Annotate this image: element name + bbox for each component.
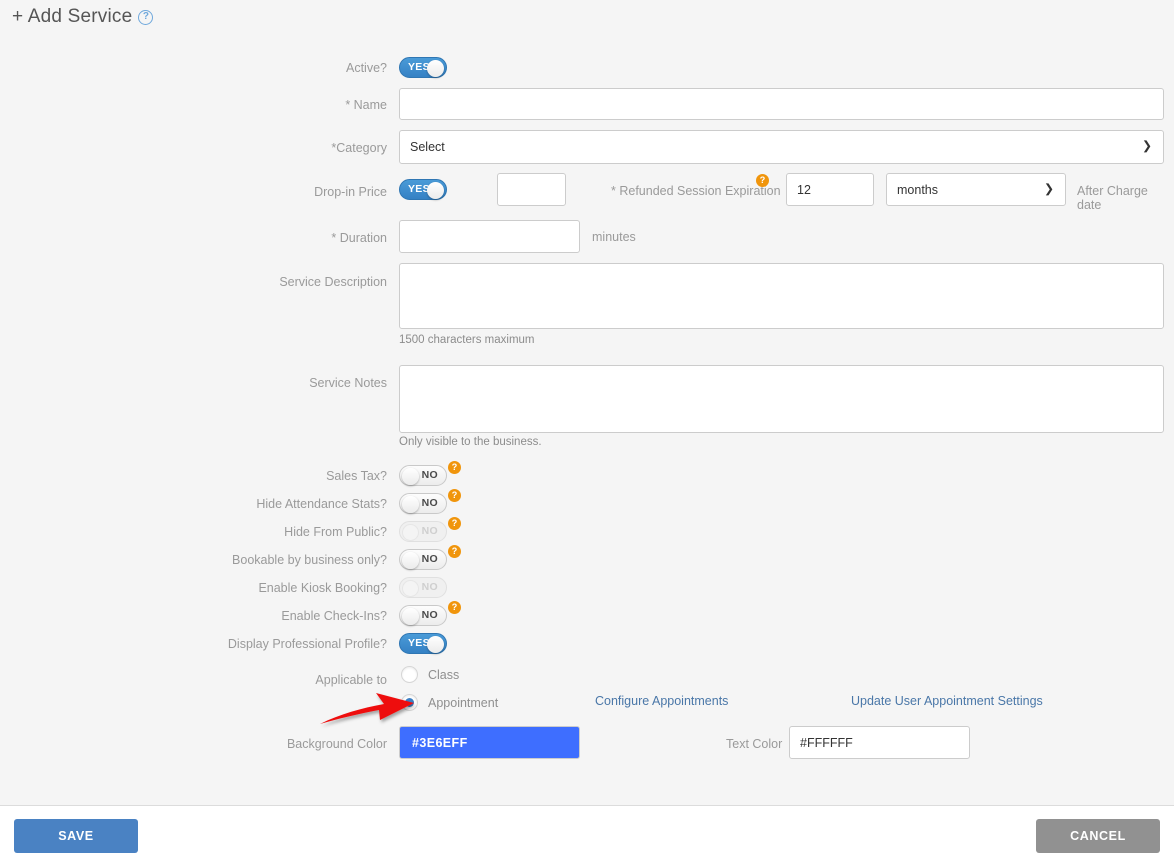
add-service-page: + Add Service ? Active? YES * Name *Cate… [0,0,1174,863]
text-color-input[interactable] [789,726,970,759]
hide-from-public-toggle-value: NO [421,525,438,537]
sales-tax-toggle[interactable]: NO [399,465,447,486]
header-help-icon[interactable]: ? [138,9,154,25]
duration-label: * Duration [331,231,387,245]
service-description-hint: 1500 characters maximum [399,334,535,346]
sales-tax-toggle-knob [402,468,419,485]
hide-from-public-toggle-knob [402,524,419,541]
hide-from-public-toggle: NO [399,521,447,542]
configure-appointments-link[interactable]: Configure Appointments [595,694,728,708]
applicable-to-label: Applicable to [315,673,387,687]
enable-check-ins-help-icon[interactable]: ? [448,601,461,614]
background-color-label: Background Color [286,737,387,751]
appointment-radio-label: Appointment [428,696,499,710]
refunded-unit-select-wrap: months ❯ [886,173,1066,206]
background-color-swatch[interactable]: #3E6EFF [399,726,580,759]
page-header: + Add Service ? [12,6,154,28]
service-notes-label: Service Notes [309,376,387,390]
enable-kiosk-booking-label: Enable Kiosk Booking? [258,581,387,595]
enable-check-ins-toggle[interactable]: NO [399,605,447,626]
bookable-by-business-only-toggle-value: NO [421,553,438,565]
category-select-wrap: Select ❯ [399,130,1164,164]
hide-from-public-label: Hide From Public? [284,525,387,539]
enable-kiosk-booking-toggle: NO [399,577,447,598]
active-toggle-knob [427,60,444,77]
cancel-button[interactable]: CANCEL [1036,819,1160,853]
duration-input[interactable] [399,220,580,253]
name-label: * Name [345,98,387,112]
category-label: *Category [331,141,387,155]
class-radio-label: Class [428,668,460,682]
bookable-by-business-only-label: Bookable by business only? [232,553,387,567]
display-professional-profile-toggle-knob [427,636,444,653]
enable-check-ins-toggle-value: NO [421,609,438,621]
class-radio[interactable] [401,666,418,683]
drop-in-price-toggle-knob [427,182,444,199]
duration-unit-text: minutes [592,230,636,244]
hide-attendance-stats-label: Hide Attendance Stats? [256,497,387,511]
sales-tax-label: Sales Tax? [326,469,387,483]
drop-in-price-input[interactable] [497,173,566,206]
hide-from-public-help-icon[interactable]: ? [448,517,461,530]
after-charge-date-text: After Charge date [1077,184,1148,212]
refunded-session-expiration-label: * Refunded Session Expiration [611,184,781,198]
enable-kiosk-booking-toggle-knob [402,580,419,597]
bookable-by-business-only-toggle[interactable]: NO [399,549,447,570]
hide-attendance-stats-help-icon[interactable]: ? [448,489,461,502]
drop-in-price-toggle[interactable]: YES [399,179,447,200]
service-description-textarea[interactable] [399,263,1164,329]
hide-attendance-stats-toggle[interactable]: NO [399,493,447,514]
text-color-label: Text Color [726,737,783,751]
refunded-session-expiration-amount-input[interactable] [786,173,874,206]
save-button[interactable]: SAVE [14,819,138,853]
drop-in-price-label: Drop-in Price [314,185,387,199]
service-description-label: Service Description [279,275,387,289]
refunded-session-expiration-help-icon[interactable]: ? [756,174,769,187]
enable-kiosk-booking-toggle-value: NO [421,581,438,593]
active-toggle[interactable]: YES [399,57,447,78]
appointment-radio[interactable] [401,694,418,711]
enable-check-ins-toggle-knob [402,608,419,625]
form-footer: SAVE CANCEL [0,805,1174,863]
display-professional-profile-toggle[interactable]: YES [399,633,447,654]
display-professional-profile-label: Display Professional Profile? [227,637,387,651]
name-input[interactable] [399,88,1164,120]
update-user-appointment-settings-link[interactable]: Update User Appointment Settings [851,694,1043,708]
service-notes-hint: Only visible to the business. [399,436,542,448]
active-label: Active? [346,61,387,75]
category-select[interactable]: Select [399,130,1164,164]
sales-tax-help-icon[interactable]: ? [448,461,461,474]
service-notes-textarea[interactable] [399,365,1164,433]
hide-attendance-stats-toggle-value: NO [421,497,438,509]
bookable-by-business-only-help-icon[interactable]: ? [448,545,461,558]
enable-check-ins-label: Enable Check-Ins? [281,609,387,623]
refunded-unit-select[interactable]: months [886,173,1066,206]
bookable-by-business-only-toggle-knob [402,552,419,569]
page-title: + Add Service [12,6,133,27]
sales-tax-toggle-value: NO [421,469,438,481]
hide-attendance-stats-toggle-knob [402,496,419,513]
